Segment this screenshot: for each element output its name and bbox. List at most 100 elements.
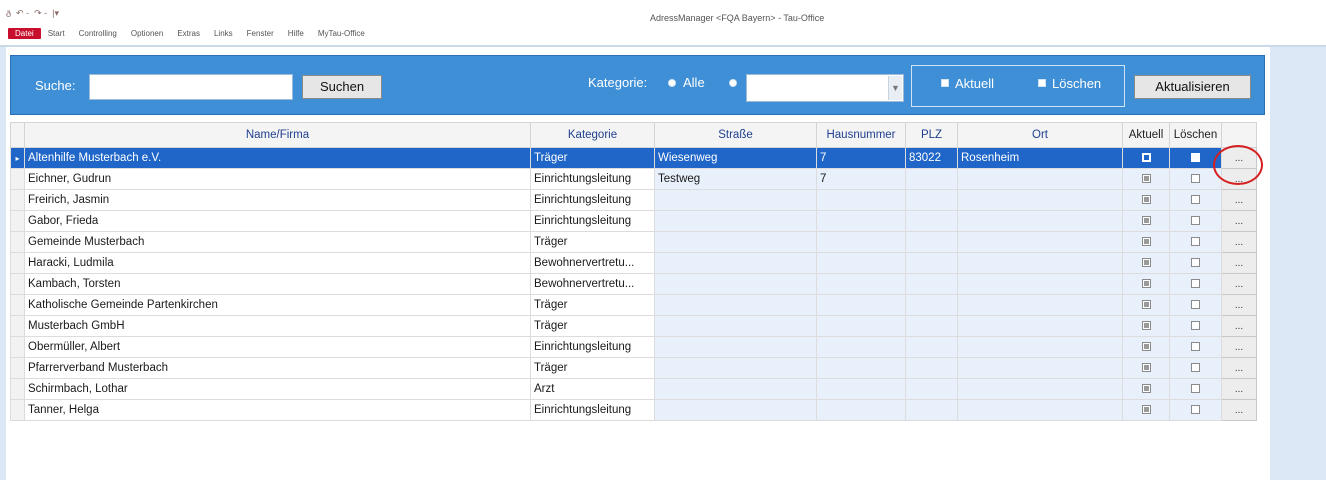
table-row[interactable]: Schirmbach, Lothar Arzt... bbox=[10, 378, 1257, 400]
row-details-button[interactable]: ... bbox=[1221, 315, 1257, 337]
aktuell-row-checkbox[interactable] bbox=[1141, 174, 1151, 184]
cell-strasse[interactable]: Wiesenweg bbox=[654, 147, 817, 169]
cell-name[interactable]: Obermüller, Albert bbox=[24, 336, 531, 358]
row-details-button[interactable]: ... bbox=[1221, 273, 1257, 295]
search-button[interactable]: Suchen bbox=[302, 75, 382, 99]
cell-kategorie[interactable]: Einrichtungsleitung bbox=[530, 189, 655, 211]
customize-toolbar-icon[interactable]: |▾ bbox=[52, 8, 59, 19]
table-row[interactable]: Pfarrerverband Musterbach Träger... bbox=[10, 357, 1257, 379]
cell-strasse[interactable] bbox=[654, 294, 817, 316]
cell-aktuell[interactable] bbox=[1122, 399, 1170, 421]
cell-aktuell[interactable] bbox=[1122, 147, 1170, 169]
cell-loeschen[interactable] bbox=[1169, 315, 1222, 337]
cell-name[interactable]: Pfarrerverband Musterbach bbox=[24, 357, 531, 379]
cell-plz[interactable] bbox=[905, 210, 958, 232]
col-header-plz[interactable]: PLZ bbox=[905, 122, 958, 148]
cell-loeschen[interactable] bbox=[1169, 252, 1222, 274]
cell-name[interactable]: Haracki, Ludmila bbox=[24, 252, 531, 274]
cell-ort[interactable] bbox=[957, 168, 1123, 190]
cell-strasse[interactable] bbox=[654, 336, 817, 358]
cell-name[interactable]: Schirmbach, Lothar bbox=[24, 378, 531, 400]
cell-aktuell[interactable] bbox=[1122, 252, 1170, 274]
cell-ort[interactable] bbox=[957, 399, 1123, 421]
col-header-ort[interactable]: Ort bbox=[957, 122, 1123, 148]
loeschen-row-checkbox[interactable] bbox=[1191, 300, 1200, 310]
row-selector[interactable]: ▸ bbox=[10, 147, 25, 169]
cell-hausnummer[interactable]: 7 bbox=[816, 168, 906, 190]
row-details-button[interactable]: ... bbox=[1221, 378, 1257, 400]
cell-kategorie[interactable]: Einrichtungsleitung bbox=[530, 336, 655, 358]
cell-aktuell[interactable] bbox=[1122, 357, 1170, 379]
table-row[interactable]: Obermüller, Albert Einrichtungsleitung... bbox=[10, 336, 1257, 358]
cell-ort[interactable] bbox=[957, 294, 1123, 316]
refresh-button[interactable]: Aktualisieren bbox=[1134, 75, 1251, 99]
loeschen-row-checkbox[interactable] bbox=[1191, 216, 1200, 226]
table-row[interactable]: ▸ Altenhilfe Musterbach e.V. Träger Wiesenw… bbox=[10, 147, 1257, 169]
row-selector[interactable] bbox=[10, 294, 25, 316]
cell-ort[interactable] bbox=[957, 315, 1123, 337]
aktuell-checkbox[interactable] bbox=[941, 79, 949, 87]
row-selector[interactable] bbox=[10, 273, 25, 295]
cell-kategorie[interactable]: Bewohnervertretu... bbox=[530, 252, 655, 274]
cell-plz[interactable] bbox=[905, 378, 958, 400]
search-input[interactable] bbox=[89, 74, 293, 100]
aktuell-row-checkbox[interactable] bbox=[1141, 195, 1151, 205]
col-header-kategorie[interactable]: Kategorie bbox=[530, 122, 655, 148]
cell-loeschen[interactable] bbox=[1169, 336, 1222, 358]
cell-strasse[interactable] bbox=[654, 273, 817, 295]
cell-kategorie[interactable]: Träger bbox=[530, 231, 655, 253]
row-details-button[interactable]: ... bbox=[1221, 231, 1257, 253]
cell-hausnummer[interactable] bbox=[816, 336, 906, 358]
menu-hilfe[interactable]: Hilfe bbox=[281, 28, 311, 39]
row-details-button[interactable]: ... bbox=[1221, 189, 1257, 211]
cell-hausnummer[interactable]: 7 bbox=[816, 147, 906, 169]
table-row[interactable]: Eichner, Gudrun Einrichtungsleitung Testwe… bbox=[10, 168, 1257, 190]
aktuell-row-checkbox[interactable] bbox=[1141, 153, 1151, 163]
cell-hausnummer[interactable] bbox=[816, 231, 906, 253]
row-selector[interactable] bbox=[10, 168, 25, 190]
loeschen-checkbox[interactable] bbox=[1038, 79, 1046, 87]
menu-datei[interactable]: Datei bbox=[8, 28, 41, 39]
redo-icon[interactable]: ↷ - bbox=[34, 8, 47, 19]
cell-name[interactable]: Gemeinde Musterbach bbox=[24, 231, 531, 253]
cell-aktuell[interactable] bbox=[1122, 336, 1170, 358]
cell-loeschen[interactable] bbox=[1169, 294, 1222, 316]
cell-ort[interactable] bbox=[957, 273, 1123, 295]
table-row[interactable]: Katholische Gemeinde Partenkirchen Träger… bbox=[10, 294, 1257, 316]
cell-plz[interactable] bbox=[905, 294, 958, 316]
cell-aktuell[interactable] bbox=[1122, 315, 1170, 337]
menu-controlling[interactable]: Controlling bbox=[72, 28, 124, 39]
cell-hausnummer[interactable] bbox=[816, 210, 906, 232]
table-row[interactable]: Gemeinde Musterbach Träger... bbox=[10, 231, 1257, 253]
cell-ort[interactable] bbox=[957, 252, 1123, 274]
cell-name[interactable]: Musterbach GmbH bbox=[24, 315, 531, 337]
cell-aktuell[interactable] bbox=[1122, 210, 1170, 232]
loeschen-row-checkbox[interactable] bbox=[1191, 279, 1200, 289]
menu-fenster[interactable]: Fenster bbox=[240, 28, 281, 39]
aktuell-row-checkbox[interactable] bbox=[1141, 216, 1151, 226]
cell-aktuell[interactable] bbox=[1122, 168, 1170, 190]
aktuell-row-checkbox[interactable] bbox=[1141, 405, 1151, 415]
col-header-aktuell[interactable]: Aktuell bbox=[1122, 122, 1170, 148]
cell-plz[interactable] bbox=[905, 168, 958, 190]
cell-name[interactable]: Gabor, Frieda bbox=[24, 210, 531, 232]
cell-plz[interactable] bbox=[905, 357, 958, 379]
loeschen-row-checkbox[interactable] bbox=[1191, 174, 1200, 184]
aktuell-row-checkbox[interactable] bbox=[1141, 321, 1151, 331]
cell-plz[interactable] bbox=[905, 315, 958, 337]
col-header-name[interactable]: Name/Firma bbox=[24, 122, 531, 148]
cell-hausnummer[interactable] bbox=[816, 294, 906, 316]
menu-links[interactable]: Links bbox=[207, 28, 240, 39]
loeschen-row-checkbox[interactable] bbox=[1191, 258, 1200, 268]
row-details-button[interactable]: ... bbox=[1221, 336, 1257, 358]
cell-name[interactable]: Katholische Gemeinde Partenkirchen bbox=[24, 294, 531, 316]
cell-plz[interactable]: 83022 bbox=[905, 147, 958, 169]
cell-aktuell[interactable] bbox=[1122, 231, 1170, 253]
cell-name[interactable]: Tanner, Helga bbox=[24, 399, 531, 421]
cell-ort[interactable] bbox=[957, 210, 1123, 232]
row-selector[interactable] bbox=[10, 399, 25, 421]
col-header-strasse[interactable]: Straße bbox=[654, 122, 817, 148]
table-row[interactable]: Freirich, Jasmin Einrichtungsleitung... bbox=[10, 189, 1257, 211]
loeschen-row-checkbox[interactable] bbox=[1191, 405, 1200, 415]
row-details-button[interactable]: ... bbox=[1221, 210, 1257, 232]
